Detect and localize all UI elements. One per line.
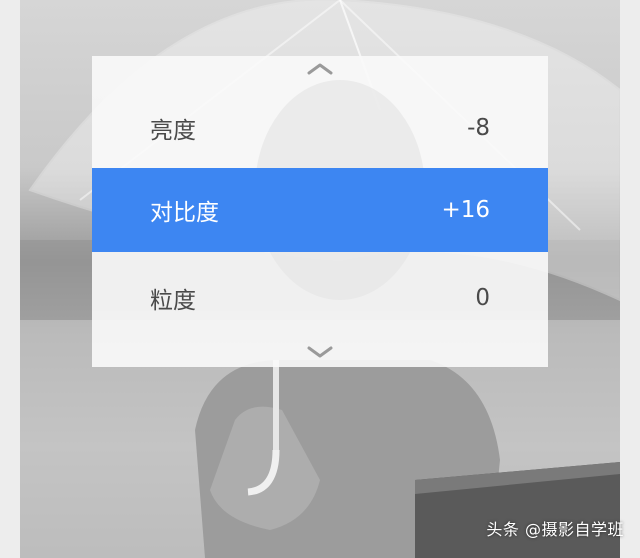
screen-edge-left [0,0,20,558]
adjust-item-label: 粒度 [150,288,196,314]
scroll-up-button[interactable] [92,56,548,82]
editor-screen: 亮度 -8 对比度 +16 粒度 0 头条 @摄影自学班 [0,0,640,558]
adjust-item-brightness[interactable]: 亮度 -8 [92,86,548,170]
adjust-item-value: 0 [475,285,490,311]
screen-edge-right [620,0,640,558]
adjustment-panel: 亮度 -8 对比度 +16 粒度 0 [92,56,548,367]
chevron-up-icon [307,63,333,75]
chevron-down-icon [307,346,333,358]
adjust-item-value: -8 [467,115,490,141]
adjust-item-label: 对比度 [150,200,219,226]
adjust-item-value: +16 [441,197,490,223]
adjust-item-grain[interactable]: 粒度 0 [92,256,548,340]
adjust-item-contrast[interactable]: 对比度 +16 [92,168,548,252]
scroll-down-button[interactable] [92,339,548,365]
adjust-item-label: 亮度 [150,118,196,144]
watermark-text: 头条 @摄影自学班 [486,520,624,539]
